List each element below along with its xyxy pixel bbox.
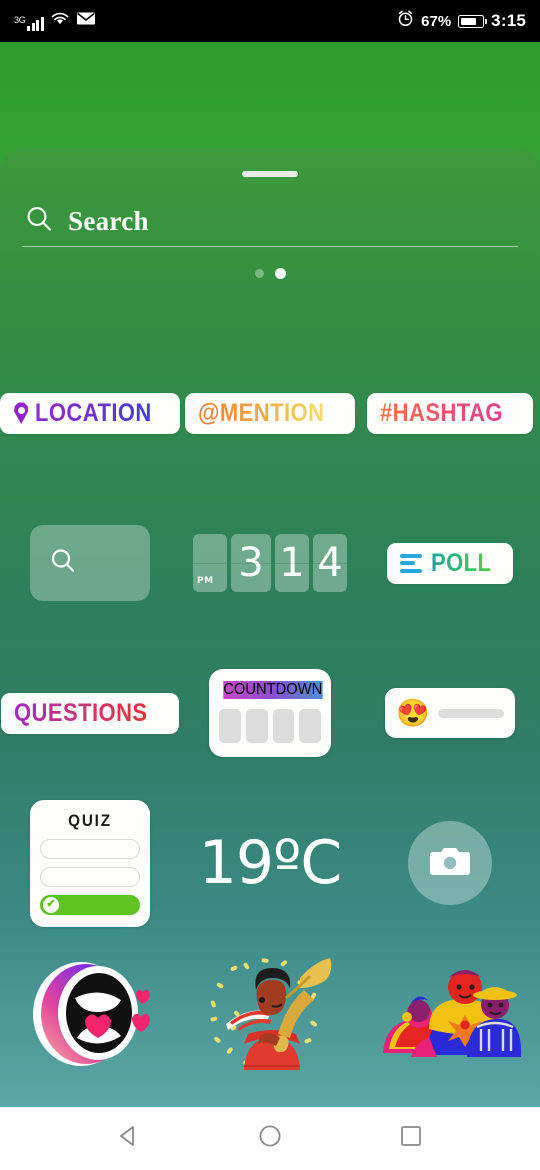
emoji-slider-sticker[interactable]: 😍 bbox=[385, 688, 515, 738]
sticker-cell bbox=[4, 488, 176, 638]
time-sticker[interactable]: PM 3 1 4 bbox=[193, 534, 347, 592]
mention-sticker-label: @MENTION bbox=[198, 398, 325, 427]
search-divider bbox=[22, 246, 518, 248]
poll-sticker-label: POLL bbox=[431, 548, 492, 577]
temperature-sticker[interactable]: 19ºC bbox=[199, 833, 343, 893]
gif-search-sticker[interactable] bbox=[30, 525, 150, 601]
mail-icon bbox=[76, 11, 96, 31]
location-pin-icon bbox=[13, 402, 30, 424]
quiz-sticker-label: QUIZ bbox=[68, 810, 112, 830]
quiz-option-2[interactable] bbox=[40, 866, 140, 887]
countdown-digit-boxes bbox=[219, 709, 321, 743]
countdown-sticker[interactable]: COUNTDOWN bbox=[209, 669, 331, 757]
alarm-clock-icon bbox=[397, 10, 414, 32]
time-sticker-ampm: PM bbox=[193, 534, 227, 592]
sticker-cell: COUNTDOWN bbox=[184, 638, 356, 788]
back-triangle-icon[interactable] bbox=[116, 1123, 142, 1154]
sticker-cell: 19ºC bbox=[184, 788, 356, 938]
pagination-dots[interactable] bbox=[0, 268, 540, 279]
sticker-cell: @MENTION bbox=[184, 338, 356, 488]
signal-bars-icon bbox=[27, 16, 44, 31]
sticker-cell: PM 3 1 4 bbox=[184, 488, 356, 638]
sticker-cell bbox=[364, 788, 536, 938]
status-bar-clock: 3:15 bbox=[491, 11, 526, 30]
sticker-cell bbox=[364, 938, 536, 1088]
location-sticker[interactable]: LOCATION bbox=[0, 392, 181, 434]
home-circle-icon[interactable] bbox=[257, 1123, 283, 1154]
quiz-option-3-correct[interactable]: ✔ bbox=[40, 894, 140, 915]
emoji-slider-track[interactable] bbox=[437, 708, 504, 718]
sticker-cell: QUIZ ✔ bbox=[4, 788, 176, 938]
countdown-sticker-label: COUNTDOWN bbox=[223, 681, 323, 699]
sticker-row-2: PM 3 1 4 POLL bbox=[0, 488, 540, 638]
battery-icon bbox=[458, 14, 488, 28]
camera-sticker[interactable] bbox=[408, 821, 492, 905]
location-sticker-label: LOCATION bbox=[34, 398, 152, 427]
three-people-celebration-sticker[interactable] bbox=[377, 957, 523, 1069]
search-icon bbox=[24, 204, 54, 239]
camera-icon bbox=[429, 844, 471, 883]
quiz-sticker[interactable]: QUIZ ✔ bbox=[30, 799, 150, 927]
search-input[interactable]: Search bbox=[68, 206, 149, 237]
questions-sticker-label: QUESTIONS bbox=[14, 698, 148, 727]
android-nav-bar bbox=[0, 1107, 540, 1170]
search-icon bbox=[48, 546, 78, 581]
sticker-cell bbox=[184, 938, 356, 1088]
status-bar: 3G 67% 3:15 bbox=[0, 0, 540, 42]
sticker-cell: #HASHTAG bbox=[364, 338, 536, 488]
sticker-cell: POLL bbox=[364, 488, 536, 638]
sticker-cell: LOCATION bbox=[0, 338, 181, 488]
search-bar[interactable]: Search bbox=[24, 195, 516, 247]
wifi-icon bbox=[50, 11, 70, 31]
hashtag-sticker[interactable]: #HASHTAG bbox=[367, 392, 533, 434]
sticker-row-3: QUESTIONS COUNTDOWN 😍 bbox=[0, 638, 540, 788]
emoji-slider-icon: 😍 bbox=[396, 697, 430, 728]
time-sticker-minute-tens: 1 bbox=[275, 534, 309, 592]
poll-sticker[interactable]: POLL bbox=[387, 542, 513, 584]
sticker-row-4: QUIZ ✔ 19ºC bbox=[0, 788, 540, 938]
trumpet-player-confetti-sticker[interactable] bbox=[200, 948, 340, 1078]
hashtag-sticker-label: #HASHTAG bbox=[380, 398, 504, 427]
sticker-cell: QUESTIONS bbox=[1, 638, 179, 788]
time-sticker-minute-ones: 4 bbox=[313, 534, 347, 592]
page-dot-2-active[interactable] bbox=[274, 268, 286, 279]
sticker-grid: LOCATION @MENTION #HASHTAG PM 3 1 4 POLL… bbox=[0, 338, 540, 1088]
check-icon: ✔ bbox=[43, 896, 59, 913]
status-bar-right: 67% 3:15 bbox=[397, 10, 526, 32]
sticker-row-1: LOCATION @MENTION #HASHTAG bbox=[0, 338, 540, 488]
phone-screen: 3G 67% 3:15 Search LOCATION @MENTION #HA… bbox=[0, 0, 540, 1170]
drag-handle[interactable] bbox=[242, 171, 298, 177]
sticker-tray-sheet: Search LOCATION @MENTION #HASHTAG PM 3 1… bbox=[0, 148, 540, 1107]
recents-square-icon[interactable] bbox=[398, 1123, 424, 1154]
quiz-option-1[interactable] bbox=[40, 838, 140, 859]
mention-sticker[interactable]: @MENTION bbox=[185, 392, 355, 434]
poll-bars-icon bbox=[400, 553, 423, 573]
sticker-cell bbox=[4, 938, 176, 1088]
shouting-mouth-hearts-sticker[interactable] bbox=[23, 952, 157, 1074]
page-dot-1[interactable] bbox=[254, 269, 264, 278]
questions-sticker[interactable]: QUESTIONS bbox=[1, 692, 179, 734]
network-type-label: 3G bbox=[14, 15, 26, 25]
battery-percent-label: 67% bbox=[421, 12, 452, 30]
status-bar-left: 3G bbox=[14, 11, 96, 31]
sticker-cell: 😍 bbox=[364, 638, 536, 788]
time-sticker-hour: 3 bbox=[231, 534, 271, 592]
sticker-row-5 bbox=[0, 938, 540, 1088]
